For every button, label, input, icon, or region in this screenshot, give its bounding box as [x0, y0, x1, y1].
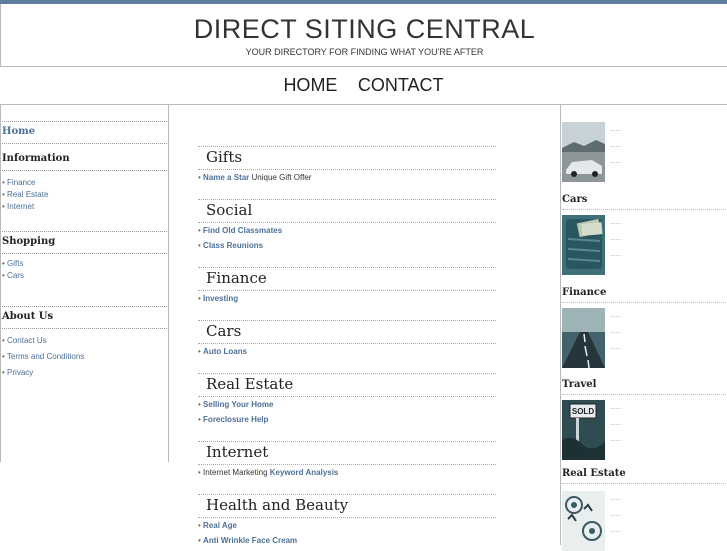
- money-thumbnail-icon[interactable]: [562, 215, 605, 275]
- bullet-icon: •: [2, 352, 5, 361]
- category-cars: Cars • Auto Loans: [198, 320, 496, 359]
- bullet-icon: •: [2, 368, 5, 377]
- road-thumbnail-icon[interactable]: [562, 308, 605, 368]
- top-navigation: HOME CONTACT: [0, 67, 727, 104]
- right-sidebar: Cars Finance Travel SOLD Real Estate: [560, 105, 727, 551]
- category-gifts: Gifts • Name a Star Unique Gift Offer: [198, 146, 496, 185]
- right-label-finance: Finance: [562, 287, 727, 303]
- right-label-travel: Travel: [562, 379, 727, 395]
- sidebar-heading: Shopping: [2, 236, 56, 247]
- sidebar-item-internet[interactable]: • Internet: [2, 201, 167, 213]
- right-label-cars: Cars: [562, 194, 727, 210]
- bullet-icon: •: [2, 259, 5, 268]
- bullet-icon: •: [198, 521, 201, 530]
- category-title: Gifts: [198, 146, 496, 170]
- bullet-icon: •: [2, 202, 5, 211]
- nav-contact-link[interactable]: CONTACT: [358, 75, 444, 96]
- category-title: Social: [198, 199, 496, 223]
- bullet-icon: •: [198, 241, 201, 250]
- car-thumbnail-icon[interactable]: [562, 122, 605, 182]
- sidebar-item-contact-us[interactable]: • Contact Us: [2, 333, 167, 349]
- category-title: Cars: [198, 320, 496, 344]
- link-selling-your-home[interactable]: Selling Your Home: [203, 400, 273, 409]
- right-label-real-estate: Real Estate: [562, 468, 727, 484]
- bullet-icon: •: [198, 400, 201, 409]
- sidebar-heading: About Us: [2, 311, 54, 322]
- category-title: Internet: [198, 441, 496, 465]
- bullet-icon: •: [198, 468, 201, 477]
- bullet-icon: •: [198, 226, 201, 235]
- category-title: Health and Beauty: [198, 494, 496, 518]
- bullet-icon: •: [2, 190, 5, 199]
- category-title: Real Estate: [198, 373, 496, 397]
- link-class-reunions[interactable]: Class Reunions: [203, 241, 263, 250]
- at-sign-thumbnail-icon[interactable]: [562, 491, 605, 551]
- site-header: DIRECT SITING CENTRAL YOUR DIRECTORY FOR…: [0, 4, 727, 66]
- link-anti-wrinkle-face-cream[interactable]: Anti Wrinkle Face Cream: [203, 536, 297, 545]
- sidebar-home: Home: [2, 121, 167, 144]
- sidebar-item-real-estate[interactable]: • Real Estate: [2, 189, 167, 201]
- category-internet: Internet • Internet Marketing Keyword An…: [198, 441, 496, 480]
- bullet-icon: •: [198, 347, 201, 356]
- link-description: Unique Gift Offer: [251, 173, 312, 182]
- link-keyword-analysis[interactable]: Keyword Analysis: [270, 468, 339, 477]
- sidebar-item-finance[interactable]: • Finance: [2, 177, 167, 189]
- sold-sign-thumbnail-icon[interactable]: SOLD: [562, 400, 605, 460]
- link-prefix: Internet Marketing: [203, 468, 268, 477]
- bullet-icon: •: [198, 173, 201, 182]
- link-investing[interactable]: Investing: [203, 294, 238, 303]
- link-auto-loans[interactable]: Auto Loans: [203, 347, 247, 356]
- sidebar-item-cars[interactable]: • Cars: [2, 270, 167, 282]
- svg-text:SOLD: SOLD: [572, 407, 594, 416]
- bullet-icon: •: [198, 536, 201, 545]
- category-title: Finance: [198, 267, 496, 291]
- category-social: Social • Find Old Classmates • Class Reu…: [198, 199, 496, 253]
- category-link-row: • Name a Star Unique Gift Offer: [198, 170, 496, 185]
- category-real-estate: Real Estate • Selling Your Home • Forecl…: [198, 373, 496, 427]
- link-real-age[interactable]: Real Age: [203, 521, 237, 530]
- bullet-icon: •: [198, 294, 201, 303]
- link-name-a-star[interactable]: Name a Star: [203, 173, 249, 182]
- category-health-beauty: Health and Beauty • Real Age • Anti Wrin…: [198, 494, 496, 548]
- left-sidebar: Home Information • Finance • Real Estate…: [0, 105, 169, 462]
- bullet-icon: •: [2, 178, 5, 187]
- sidebar-heading: Information: [2, 153, 70, 164]
- site-title: DIRECT SITING CENTRAL: [193, 14, 536, 44]
- sidebar-section-information: Information • Finance • Real Estate • In…: [2, 149, 167, 213]
- site-tagline: YOUR DIRECTORY FOR FINDING WHAT YOU'RE A…: [245, 47, 484, 57]
- link-find-old-classmates[interactable]: Find Old Classmates: [203, 226, 282, 235]
- bullet-icon: •: [2, 336, 5, 345]
- bullet-icon: •: [2, 271, 5, 280]
- sidebar-section-about: About Us • Contact Us • Terms and Condit…: [2, 306, 167, 381]
- category-finance: Finance • Investing: [198, 267, 496, 306]
- link-foreclosure-help[interactable]: Foreclosure Help: [203, 415, 268, 424]
- sidebar-item-privacy[interactable]: • Privacy: [2, 365, 167, 381]
- sidebar-item-gifts[interactable]: • Gifts: [2, 258, 167, 270]
- sidebar-home-link[interactable]: Home: [2, 122, 167, 143]
- bullet-icon: •: [198, 415, 201, 424]
- sidebar-section-shopping: Shopping • Gifts • Cars: [2, 231, 167, 282]
- nav-home-link[interactable]: HOME: [283, 75, 337, 96]
- sidebar-item-terms[interactable]: • Terms and Conditions: [2, 349, 167, 365]
